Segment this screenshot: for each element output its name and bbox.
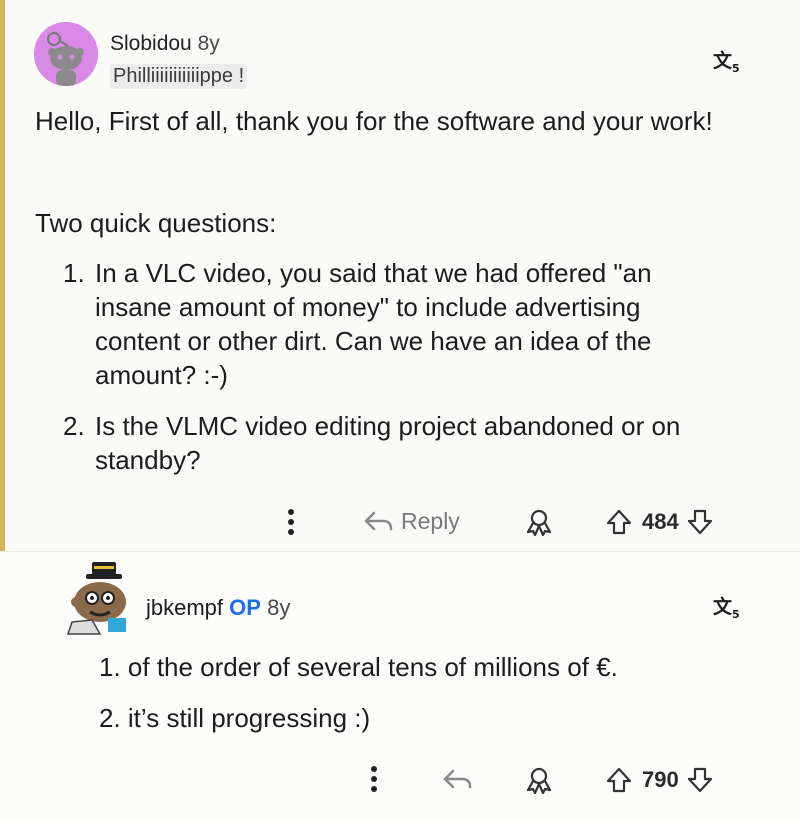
translate-icon[interactable]: 文 5 [712,594,742,625]
comment-author-line: Slobidou 8y [110,32,220,56]
list-item: In a VLC video, you said that we had off… [95,258,652,390]
reply-button[interactable] [440,765,474,793]
more-options-button[interactable] [285,507,297,537]
downvote-arrow-icon[interactable] [685,507,715,537]
svg-text:文: 文 [713,595,733,618]
comment-author-line: jbkempf OP 8y [146,595,290,621]
vote-count: 790 [642,767,679,792]
downvote-arrow-icon[interactable] [685,765,715,795]
svg-text:文: 文 [713,49,733,72]
upvote-arrow-icon[interactable] [604,765,634,795]
reply-line: 2. it’s still progressing :) [99,703,371,733]
comment-age: 8y [197,32,220,55]
award-icon [526,767,552,794]
more-vertical-icon [371,766,377,792]
comment-subheading: Two quick questions: [35,208,277,238]
svg-text:5: 5 [732,62,740,74]
vote-control: 484 [604,507,715,537]
author-name[interactable]: Slobidou [110,32,192,55]
avatar[interactable] [62,558,140,636]
user-flair: Philliiiiiiiiiiippe ! [110,64,248,89]
snoo-avatar-icon [66,562,126,635]
list-number: 2. [63,411,85,441]
award-button[interactable] [524,508,554,536]
award-button[interactable] [524,766,554,794]
author-name[interactable]: jbkempf [146,595,223,620]
svg-text:5: 5 [732,608,740,620]
snoo-avatar-icon [34,22,98,86]
vote-count: 484 [642,509,679,534]
more-options-button[interactable] [368,764,380,794]
list-item: Is the VLMC video editing project abando… [95,411,681,475]
vote-control: 790 [604,765,715,795]
translate-icon[interactable]: 文 5 [712,48,742,79]
op-badge: OP [229,595,261,620]
reply-arrow-icon [443,769,472,789]
list-number: 1. [63,258,85,288]
divider [0,551,800,552]
comment-intro: Hello, First of all, thank you for the s… [35,106,713,136]
thread-accent-bar [0,0,5,551]
upvote-arrow-icon[interactable] [604,507,634,537]
award-icon [526,509,552,536]
reply-line: 1. of the order of several tens of milli… [99,652,618,682]
reply-arrow-icon [364,511,393,531]
reply-button[interactable]: Reply [361,507,460,535]
avatar[interactable] [34,22,98,86]
more-vertical-icon [288,509,294,535]
comment-age: 8y [267,595,291,620]
reply-label: Reply [401,507,460,534]
